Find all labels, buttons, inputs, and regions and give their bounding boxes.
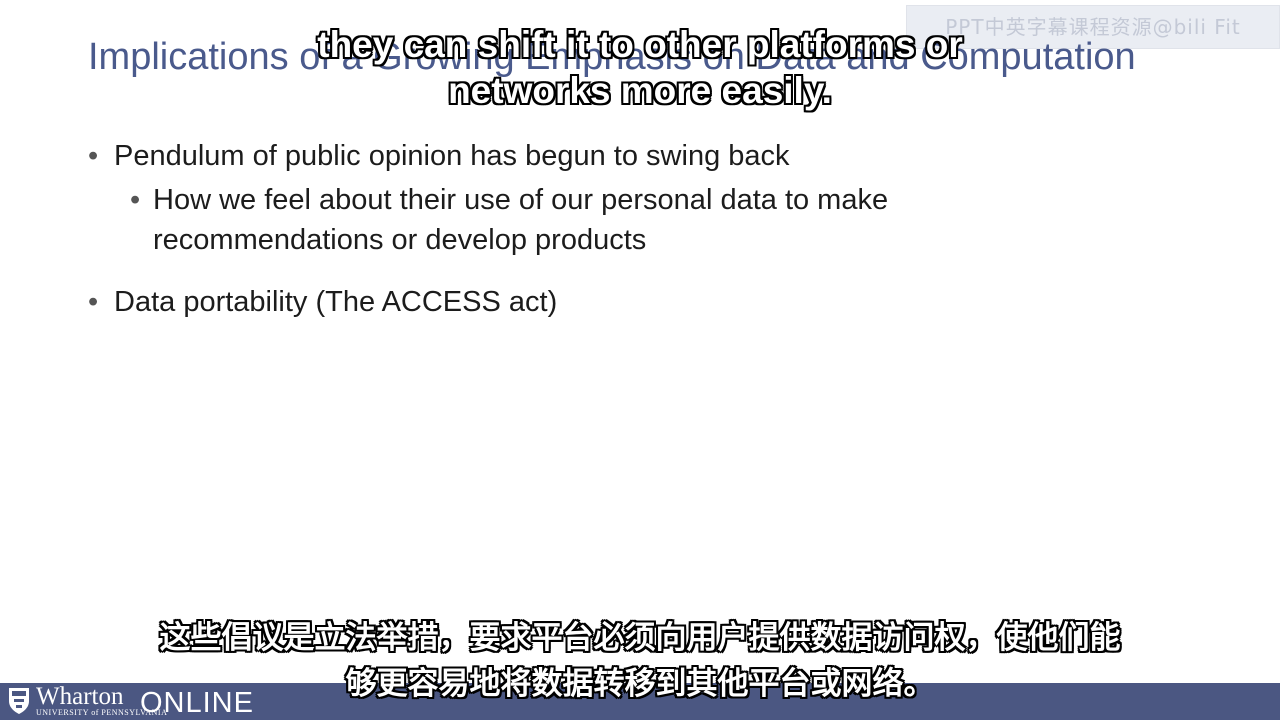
chinese-subtitle-line: 这些倡议是立法举措，要求平台必须向用户提供数据访问权，使他们能 xyxy=(159,620,1121,656)
bullet-text: Data portability (The ACCESS act) xyxy=(114,286,558,318)
bullet-list: • Pendulum of public opinion has begun t… xyxy=(88,136,1088,326)
bullet-text: Pendulum of public opinion has begun to … xyxy=(114,140,790,172)
slide-canvas: PPT中英字幕课程资源@bili Fit Implications of a G… xyxy=(0,0,1280,720)
english-subtitle-line: networks more easily. xyxy=(448,70,832,111)
bullet-dot-icon: • xyxy=(88,286,99,318)
bullet-dot-icon: • xyxy=(88,140,99,172)
bullet-item: • Pendulum of public opinion has begun t… xyxy=(88,136,1088,176)
english-subtitle: they can shift it to other platforms or … xyxy=(0,22,1280,114)
english-subtitle-line: they can shift it to other platforms or xyxy=(317,24,963,65)
sub-bullet-item: • How we feel about their use of our per… xyxy=(130,180,1088,260)
chinese-subtitle-line: 够更容易地将数据转移到其他平台或网络。 xyxy=(345,666,935,702)
chinese-subtitle: 这些倡议是立法举措，要求平台必须向用户提供数据访问权，使他们能 够更容易地将数据… xyxy=(0,615,1280,707)
bullet-dot-icon: • xyxy=(130,184,141,216)
bullet-text: How we feel about their use of our perso… xyxy=(153,184,889,256)
bullet-item: • Data portability (The ACCESS act) xyxy=(88,282,1088,322)
